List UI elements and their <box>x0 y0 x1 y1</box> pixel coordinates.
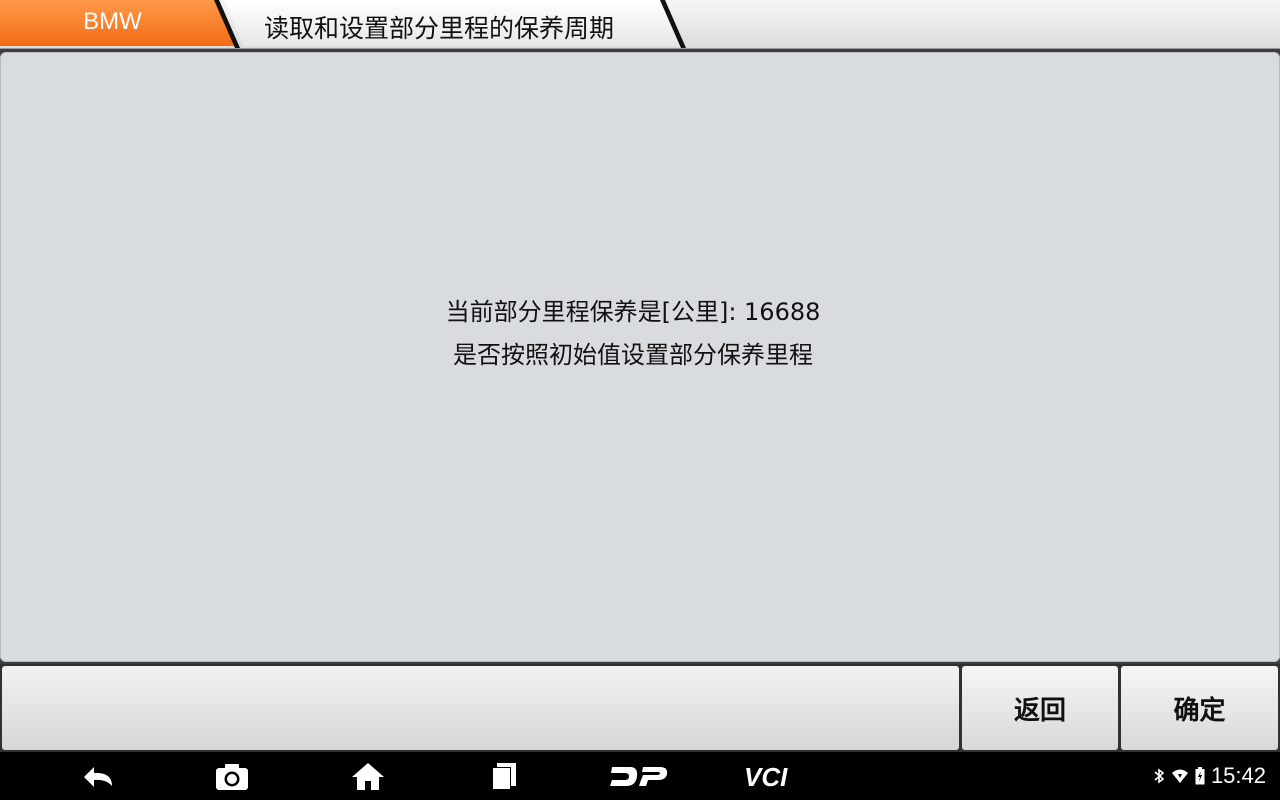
back-icon[interactable] <box>78 760 118 792</box>
status-area: 15:42 <box>1153 762 1266 790</box>
page-title: 读取和设置部分里程的保养周期 <box>264 14 615 43</box>
back-button[interactable]: 返回 <box>962 666 1118 750</box>
brand-label: BMW <box>83 8 142 35</box>
recent-apps-icon[interactable] <box>488 760 520 792</box>
toolbar-empty-area <box>2 666 959 750</box>
confirm-button[interactable]: 确定 <box>1121 666 1278 750</box>
message-block: 当前部分里程保养是[公里]: 16688 是否按照初始值设置部分保养里程 <box>0 291 1266 377</box>
dp-icon[interactable] <box>608 760 670 792</box>
system-nav-bar: VCI 15:42 <box>0 752 1280 800</box>
camera-icon[interactable] <box>214 760 250 792</box>
message-line-prompt: 是否按照初始值设置部分保养里程 <box>453 341 813 369</box>
message-line-current-mileage: 当前部分里程保养是[公里]: 16688 <box>445 298 821 326</box>
content-panel: 当前部分里程保养是[公里]: 16688 是否按照初始值设置部分保养里程 <box>0 52 1280 662</box>
home-icon[interactable] <box>350 760 386 792</box>
vci-icon[interactable]: VCI <box>742 760 810 792</box>
svg-text:VCI: VCI <box>744 762 788 792</box>
battery-icon <box>1195 767 1205 785</box>
clock: 15:42 <box>1210 763 1266 788</box>
bluetooth-icon <box>1154 768 1165 784</box>
wifi-icon <box>1171 769 1188 783</box>
action-toolbar: 返回 确定 <box>0 664 1280 752</box>
header-bar: BMW 读取和设置部分里程的保养周期 <box>0 0 1280 49</box>
